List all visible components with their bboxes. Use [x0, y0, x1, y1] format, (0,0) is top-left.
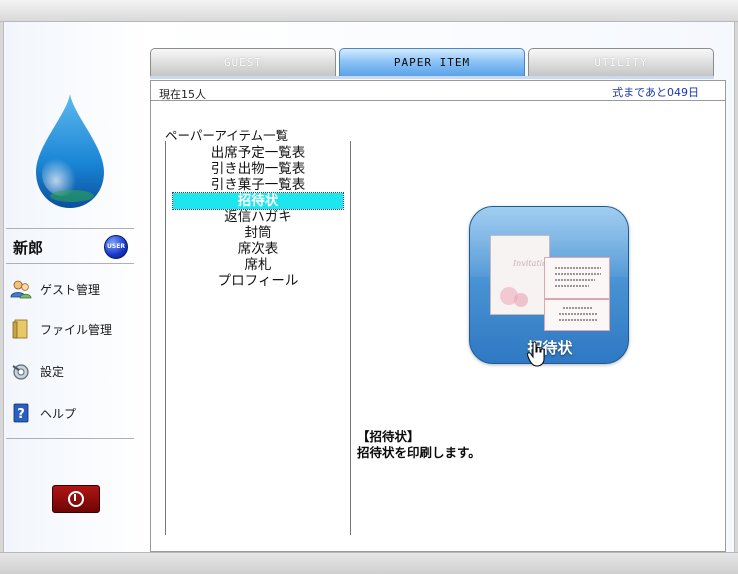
power-icon [68, 491, 84, 507]
power-button[interactable] [52, 485, 100, 513]
invitation-preview-button[interactable]: Invitation 招待状 [469, 206, 629, 364]
sidebar-item-label: 設定 [40, 364, 65, 379]
sidebar-item-label: ファイル管理 [40, 322, 113, 337]
days-until-ceremony: 式まであと049日 [612, 86, 699, 99]
text-lines-icon [559, 307, 597, 321]
folder-icon [12, 319, 28, 339]
help-icon: ? [13, 403, 29, 423]
status-bar: 現在15人 式まであと049日 [151, 81, 725, 101]
window-right-frame [734, 22, 738, 552]
description-heading: 【招待状】 [357, 429, 420, 444]
user-row: 新郎 USER [6, 228, 134, 264]
tab-paper-item[interactable]: PAPER ITEM [339, 48, 525, 76]
list-item-gift-list[interactable]: 引き出物一覧表 [173, 161, 343, 177]
users-icon [10, 280, 32, 299]
tab-strip-underline [150, 76, 714, 79]
sidebar-item-guest-management[interactable]: ゲスト管理 [10, 276, 130, 302]
sidebar-item-label: ゲスト管理 [40, 282, 101, 297]
tab-utility[interactable]: UTILITY [528, 48, 714, 76]
user-name: 新郎 [13, 239, 44, 257]
svg-text:?: ? [17, 407, 25, 422]
window-top-frame [0, 0, 738, 22]
tab-guest[interactable]: GUEST [150, 48, 336, 76]
settings-icon [12, 364, 29, 380]
sidebar-item-label: ヘルプ [40, 406, 77, 421]
hand-cursor-icon [527, 341, 545, 367]
reply-card-top-image [544, 257, 610, 299]
list-item-profile[interactable]: プロフィール [173, 273, 343, 289]
guest-count: 現在15人 [159, 88, 206, 101]
list-item-attendance-list[interactable]: 出席予定一覧表 [173, 145, 343, 161]
invitation-card-image: Invitation [490, 235, 552, 315]
list-item-sweets-list[interactable]: 引き菓子一覧表 [173, 177, 343, 193]
item-description: 【招待状】 招待状を印刷します。 [357, 429, 481, 461]
water-drop-logo [36, 94, 104, 208]
sidebar-divider [6, 438, 134, 439]
window-bottom-frame [0, 552, 738, 574]
content-panel: 現在15人 式まであと049日 ペーパーアイテム一覧 出席予定一覧表 引き出物一… [150, 80, 726, 552]
list-item-reply-postcard[interactable]: 返信ハガキ [173, 209, 343, 225]
sidebar-item-settings[interactable]: 設定 [10, 358, 130, 384]
sidebar-item-file-management[interactable]: ファイル管理 [10, 316, 130, 342]
text-lines-icon [555, 267, 601, 287]
description-body: 招待状を印刷します。 [357, 445, 481, 460]
rose-decoration-icon: Invitation [500, 259, 552, 307]
list-item-name-card[interactable]: 席札 [173, 257, 343, 273]
paper-item-list: 出席予定一覧表 引き出物一覧表 引き菓子一覧表 招待状 返信ハガキ 封筒 席次表… [165, 141, 351, 535]
list-item-invitation[interactable]: 招待状 [172, 192, 344, 210]
list-item-seating-chart[interactable]: 席次表 [173, 241, 343, 257]
user-badge-icon[interactable]: USER [104, 235, 128, 259]
sidebar-item-help[interactable]: ? ヘルプ [10, 400, 130, 426]
reply-card-bottom-image [544, 299, 610, 331]
list-item-envelope[interactable]: 封筒 [173, 225, 343, 241]
preview-label: 招待状 [527, 339, 573, 357]
